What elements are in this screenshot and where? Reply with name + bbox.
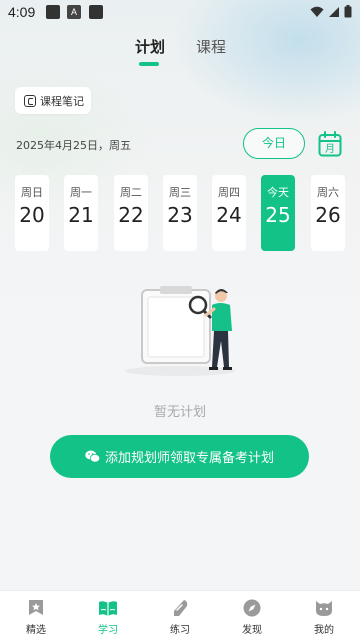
today-button[interactable]: 今日: [243, 128, 305, 159]
weekday-label: 周二: [120, 186, 142, 199]
weekday-label: 周四: [218, 186, 240, 199]
day-cell-mon[interactable]: 周一 21: [64, 175, 98, 251]
status-bar: 4:09 A: [0, 0, 360, 26]
day-cell-thu[interactable]: 周四 24: [212, 175, 246, 251]
add-planner-button[interactable]: 添加规划师领取专属备考计划: [50, 435, 309, 478]
day-number: 24: [216, 203, 242, 227]
course-notes-label: 课程笔记: [40, 94, 84, 108]
nav-item-mine[interactable]: 我的: [288, 591, 360, 641]
tab-courses[interactable]: 课程: [196, 36, 226, 57]
nav-item-featured[interactable]: 精选: [0, 591, 72, 641]
empty-state-text: 暂无计划: [153, 405, 206, 420]
status-time: 4:09: [8, 4, 36, 20]
open-book-icon: [99, 601, 117, 616]
weekday-label: 周三: [169, 186, 191, 199]
day-number: 26: [315, 203, 341, 227]
signal-icon: [329, 6, 339, 17]
empty-plan-illustration: [125, 286, 235, 376]
day-number: 21: [68, 203, 94, 227]
tab-plan[interactable]: 计划: [135, 36, 165, 57]
day-number: 22: [118, 203, 144, 227]
nav-label: 练习: [170, 625, 190, 636]
nav-label: 学习: [98, 625, 118, 636]
week-strip: 周日 20 周一 21 周二 22 周三 23 周四 24 今天 25 周六 2…: [15, 175, 345, 251]
app-notification-icon: A: [67, 5, 81, 19]
nav-item-practice[interactable]: 练习: [144, 591, 216, 641]
pen-icon: [174, 600, 188, 616]
current-date: 2025年4月25日，周五: [16, 139, 131, 152]
day-cell-tue[interactable]: 周二 22: [114, 175, 148, 251]
wechat-icon: [85, 450, 100, 463]
nav-label: 精选: [26, 625, 46, 636]
weekday-label: 今天: [267, 186, 289, 199]
cat-face-icon: [316, 601, 332, 616]
nav-item-discover[interactable]: 发现: [216, 591, 288, 641]
tab-indicator: [139, 62, 159, 66]
weekday-label: 周日: [21, 186, 43, 199]
nav-label: 我的: [314, 625, 334, 636]
weekday-label: 周六: [317, 186, 339, 199]
day-number: 25: [265, 203, 291, 227]
bottom-nav: 精选 学习 练习 发现 我的: [0, 590, 360, 641]
day-number: 23: [167, 203, 193, 227]
day-cell-sun[interactable]: 周日 20: [15, 175, 49, 251]
add-planner-label: 添加规划师领取专属备考计划: [104, 451, 274, 466]
notification-square-icon: [89, 5, 103, 19]
notebook-icon: [24, 94, 36, 107]
calendar-month-label: 月: [325, 143, 335, 155]
day-cell-wed[interactable]: 周三 23: [163, 175, 197, 251]
star-bookmark-icon: [29, 600, 43, 615]
course-notes-button[interactable]: 课程笔记: [15, 87, 91, 114]
day-number: 20: [19, 203, 45, 227]
nav-label: 发现: [242, 625, 262, 636]
compass-icon: [243, 599, 261, 617]
day-cell-today[interactable]: 今天 25: [261, 175, 295, 251]
battery-icon: [344, 5, 352, 18]
nav-item-study[interactable]: 学习: [72, 591, 144, 641]
top-tabs: 计划 课程: [0, 36, 360, 66]
notification-icon: [46, 5, 60, 19]
calendar-month-icon[interactable]: 月: [318, 131, 342, 157]
wifi-icon: [310, 6, 324, 17]
weekday-label: 周一: [70, 186, 92, 199]
day-cell-sat[interactable]: 周六 26: [311, 175, 345, 251]
